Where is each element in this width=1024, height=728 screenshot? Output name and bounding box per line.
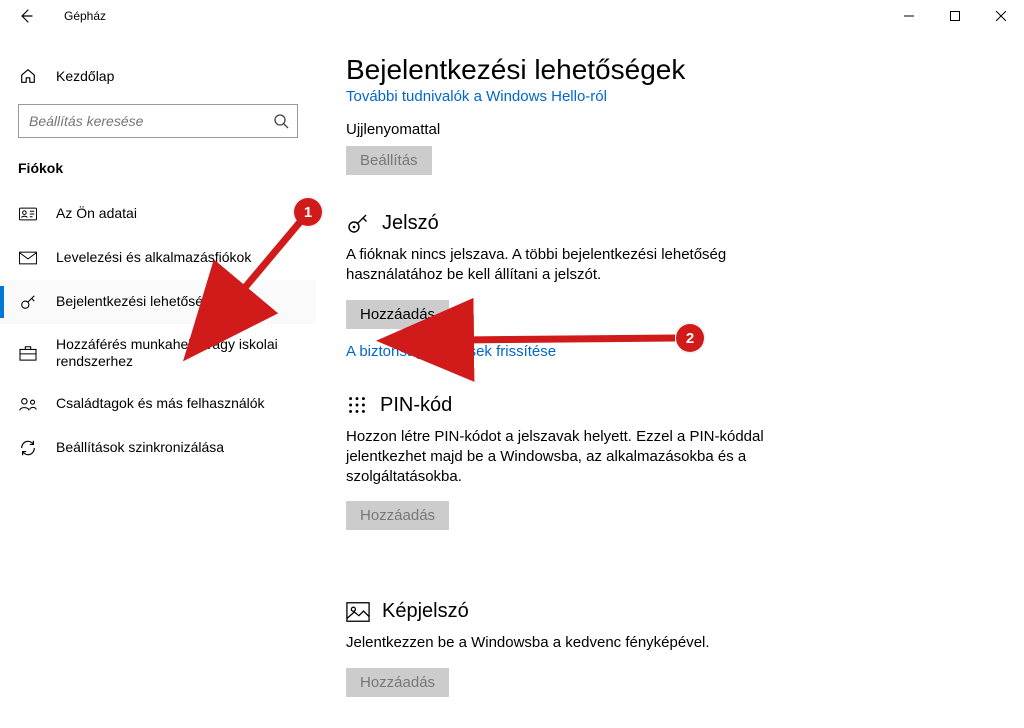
windows-hello-link[interactable]: További tudnivalók a Windows Hello-ról	[346, 88, 994, 105]
close-icon	[996, 11, 1006, 21]
password-desc: A fióknak nincs jelszava. A többi bejele…	[346, 245, 776, 286]
picture-add-button: Hozzáadás	[346, 668, 449, 697]
minimize-button[interactable]	[886, 0, 932, 32]
sync-icon	[18, 438, 38, 458]
sidebar: Kezdőlap Fiókok Az Ön adatai Levelezési …	[0, 32, 316, 728]
sidebar-item-signin-options[interactable]: Bejelentkezési lehetőségek	[0, 280, 316, 324]
mail-icon	[18, 248, 38, 268]
fingerprint-label: Ujjlenyomattal	[346, 121, 994, 138]
sidebar-item-work-access[interactable]: Hozzáférés munkahelyi vagy iskolai rends…	[0, 324, 316, 382]
sidebar-item-email-accounts[interactable]: Levelezési és alkalmazásfiókok	[0, 236, 316, 280]
sidebar-item-label: Az Ön adatai	[56, 205, 149, 223]
fingerprint-setup-button: Beállítás	[346, 146, 432, 175]
picture-desc: Jelentkezzen be a Windowsba a kedvenc fé…	[346, 633, 776, 653]
titlebar: Gépház	[0, 0, 1024, 32]
sidebar-item-label: Beállítások szinkronizálása	[56, 439, 236, 457]
sidebar-item-label: Családtagok és más felhasználók	[56, 395, 277, 413]
maximize-button[interactable]	[932, 0, 978, 32]
sidebar-item-label: Levelezési és alkalmazásfiókok	[56, 249, 263, 267]
maximize-icon	[950, 11, 960, 21]
sidebar-item-your-info[interactable]: Az Ön adatai	[0, 192, 316, 236]
page-title: Bejelentkezési lehetőségek	[346, 54, 994, 86]
person-card-icon	[18, 204, 38, 224]
keypad-icon	[346, 394, 368, 416]
window-controls	[886, 0, 1024, 32]
main-panel: Bejelentkezési lehetőségek További tudni…	[316, 32, 1024, 728]
pin-desc: Hozzon létre PIN-kódot a jelszavak helye…	[346, 427, 776, 488]
arrow-left-icon	[18, 8, 34, 24]
app-title: Gépház	[42, 9, 106, 23]
section-pin: PIN-kód Hozzon létre PIN-kódot a jelszav…	[346, 394, 994, 567]
sidebar-item-label: Hozzáférés munkahelyi vagy iskolai rends…	[56, 336, 316, 371]
people-icon	[18, 394, 38, 414]
pin-title: PIN-kód	[380, 394, 452, 417]
section-picture-password: Képjelszó Jelentkezzen be a Windowsba a …	[346, 600, 994, 728]
pin-add-button: Hozzáadás	[346, 501, 449, 530]
close-button[interactable]	[978, 0, 1024, 32]
search-input[interactable]	[29, 113, 273, 129]
briefcase-icon	[18, 343, 38, 363]
home-icon	[18, 66, 38, 86]
sidebar-item-label: Bejelentkezési lehetőségek	[56, 293, 238, 311]
back-button[interactable]	[10, 0, 42, 32]
minimize-icon	[904, 11, 914, 21]
password-title: Jelszó	[382, 212, 439, 235]
search-box[interactable]	[18, 104, 298, 138]
password-add-button[interactable]: Hozzáadás	[346, 300, 449, 329]
sidebar-item-sync[interactable]: Beállítások szinkronizálása	[0, 426, 316, 470]
key-icon	[346, 211, 370, 235]
content-area: Kezdőlap Fiókok Az Ön adatai Levelezési …	[0, 32, 1024, 728]
key-icon	[18, 292, 38, 312]
section-password: Jelszó A fióknak nincs jelszava. A többi…	[346, 211, 994, 360]
sidebar-item-family[interactable]: Családtagok és más felhasználók	[0, 382, 316, 426]
picture-icon	[346, 601, 370, 623]
sidebar-section-header: Fiókok	[0, 160, 316, 176]
sidebar-home[interactable]: Kezdőlap	[0, 56, 316, 96]
search-icon	[273, 113, 289, 129]
picture-title: Képjelszó	[382, 600, 469, 623]
security-questions-link[interactable]: A biztonsági kérdések frissítése	[346, 343, 994, 360]
sidebar-home-label: Kezdőlap	[56, 68, 114, 84]
